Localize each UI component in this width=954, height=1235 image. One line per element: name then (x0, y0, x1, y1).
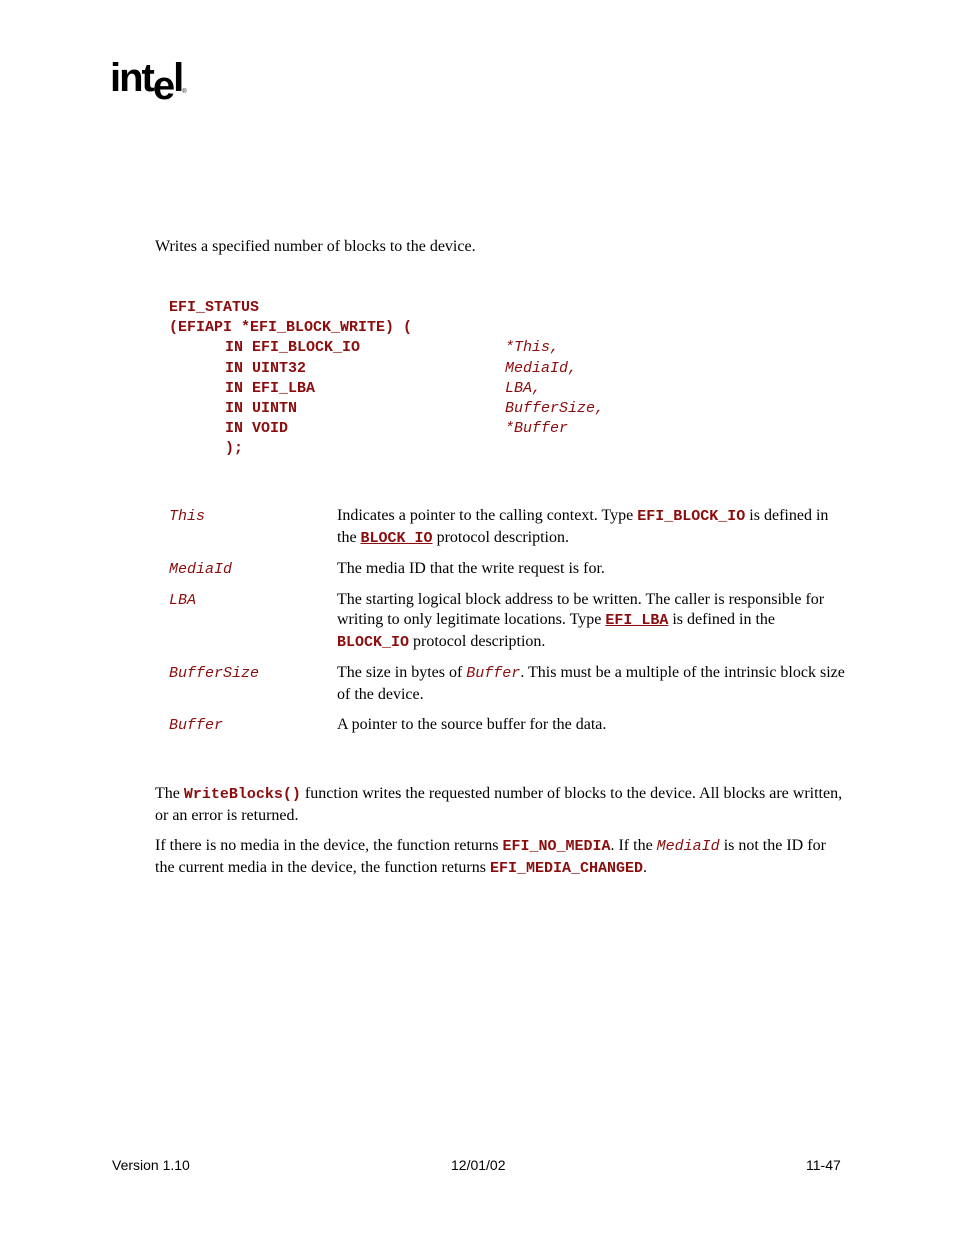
text: protocol description. (432, 528, 569, 546)
link-efi-lba[interactable]: EFI_LBA (605, 612, 668, 629)
proto-param: IN EFI_BLOCK_IO *This, (169, 338, 604, 358)
param-name: BufferSize, (505, 399, 605, 417)
proto-param: IN VOID *Buffer (169, 419, 604, 439)
return-type: EFI_STATUS (169, 299, 260, 316)
text: The size in bytes of (337, 664, 467, 681)
param-name: *Buffer (505, 420, 569, 438)
summary-text: Writes a specified number of blocks to t… (155, 238, 476, 255)
code-block-io: BLOCK_IO (337, 633, 410, 651)
prototype-block: EFI_STATUS (EFIAPI *EFI_BLOCK_WRITE) ( I… (169, 298, 604, 460)
close-paren: ); (225, 440, 244, 458)
text: is defined in the (668, 611, 775, 628)
proto-param: IN UINTN BufferSize, (169, 399, 604, 419)
param-type: IN EFI_LBA (225, 379, 316, 397)
footer-version: Version 1.10 (112, 1157, 190, 1173)
param-type: IN VOID (225, 420, 289, 438)
logo-text: int (110, 56, 155, 100)
proto-close: ); (169, 439, 604, 459)
param-row-buffersize: BufferSize The size in bytes of Buffer. … (169, 663, 849, 705)
code-efi-block-io: EFI_BLOCK_IO (637, 508, 746, 525)
code-mediaid: MediaId (656, 838, 720, 855)
description-paragraph: If there is no media in the device, the … (155, 836, 845, 879)
registered-mark: ® (182, 89, 187, 95)
param-type: IN EFI_BLOCK_IO (225, 339, 361, 357)
text: If there is no media in the device, the … (155, 837, 503, 854)
param-desc: Indicates a pointer to the calling conte… (337, 506, 847, 549)
signature: (EFIAPI *EFI_BLOCK_WRITE) ( (169, 319, 413, 337)
text: Indicates a pointer to the calling conte… (337, 507, 638, 524)
parameters-list: This Indicates a pointer to the calling … (169, 506, 849, 746)
param-name: LBA (169, 591, 197, 609)
param-name: *This, (505, 339, 560, 357)
param-name: This (169, 508, 206, 525)
param-desc: The size in bytes of Buffer. This must b… (337, 663, 847, 705)
text: protocol description. (409, 632, 546, 650)
param-desc: The media ID that the write request is f… (337, 560, 605, 577)
logo-l: l (173, 56, 184, 100)
param-type: IN UINT32 (225, 359, 307, 377)
description-paragraph: The WriteBlocks() function writes the re… (155, 784, 845, 826)
param-desc: The starting logical block address to be… (337, 590, 847, 654)
param-name: BufferSize (169, 665, 260, 682)
param-row-lba: LBA The starting logical block address t… (169, 590, 849, 654)
code-writeblocks: WriteBlocks() (183, 786, 301, 803)
text: The (155, 785, 184, 802)
code-buffer: Buffer (466, 665, 521, 682)
param-name: MediaId, (505, 359, 578, 377)
footer-page: 11-47 (806, 1157, 841, 1173)
link-block-io[interactable]: BLOCK_IO (361, 530, 433, 547)
param-desc: A pointer to the source buffer for the d… (337, 716, 607, 733)
param-name: Buffer (169, 717, 224, 734)
proto-param: IN EFI_LBA LBA, (169, 379, 604, 399)
footer-date: 12/01/02 (451, 1157, 506, 1173)
param-row-buffer: Buffer A pointer to the source buffer fo… (169, 715, 849, 736)
text: . If the (610, 837, 657, 854)
param-row-this: This Indicates a pointer to the calling … (169, 506, 849, 549)
text: . (643, 858, 648, 876)
logo-e: e (152, 64, 175, 108)
param-type: IN UINTN (225, 399, 298, 417)
code-efi-media-changed: EFI_MEDIA_CHANGED (489, 859, 644, 877)
param-name: MediaId (169, 561, 233, 578)
param-name: LBA, (505, 379, 542, 397)
param-row-mediaid: MediaId The media ID that the write requ… (169, 559, 849, 580)
code-efi-no-media: EFI_NO_MEDIA (502, 838, 611, 855)
intel-logo: intel® (110, 56, 187, 106)
description-section: The WriteBlocks() function writes the re… (155, 784, 845, 889)
proto-param: IN UINT32 MediaId, (169, 359, 604, 379)
